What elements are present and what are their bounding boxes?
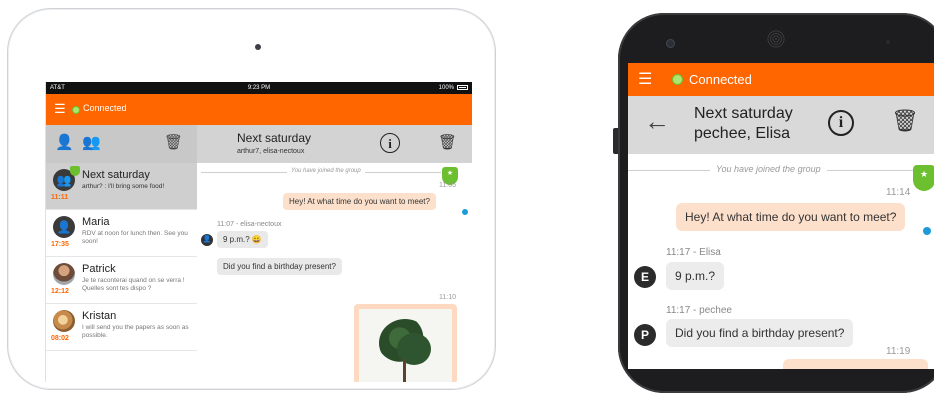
connection-status-label: Connected: [689, 72, 752, 87]
delete-chat-trash-icon[interactable]: 🗑: [438, 133, 457, 151]
message-sender-meta: 11:17 - Elisa: [666, 247, 721, 258]
message-time: 11:05: [439, 182, 456, 189]
conversation-time: 12:12: [51, 288, 69, 295]
back-arrow-icon[interactable]: ←: [644, 106, 670, 137]
chat-title: Next saturday pechee, Elisa: [694, 104, 793, 144]
joined-notice: You have joined the group: [710, 164, 827, 174]
conversation-time: 08:02: [51, 335, 69, 342]
incoming-message-bubble[interactable]: Did you find a birthday present?: [217, 258, 342, 275]
tablet-screen: AT&T 9:23 PM 100% ☰ Connected 👤 👥 🗑 Next…: [45, 82, 472, 382]
chat-pane: You have joined the group ★ 11:05 Hey! A…: [197, 163, 472, 382]
read-receipt-icon: [923, 227, 931, 235]
info-icon[interactable]: i: [828, 110, 854, 136]
conversation-item-maria[interactable]: 👤 Maria RDV at noon for lunch then. See …: [46, 210, 197, 257]
ios-status-bar: AT&T 9:23 PM 100%: [46, 82, 472, 94]
delete-conversations-trash-icon[interactable]: 🗑: [164, 133, 183, 151]
connection-status-label: Connected: [83, 103, 127, 113]
sender-avatar-p: P: [634, 324, 656, 346]
conversation-name: Patrick: [82, 263, 116, 275]
message-time: 11:14: [886, 187, 911, 198]
conversation-snippet: arthur? : I'll bring some food!: [82, 183, 165, 190]
sender-avatar-e: E: [634, 266, 656, 288]
chat-header: Next saturday arthur7, elisa-nectoux i 🗑: [197, 125, 472, 163]
chat-title-line1: Next saturday: [694, 105, 793, 122]
contacts-icon[interactable]: 👤: [55, 133, 74, 151]
front-camera: [255, 44, 261, 50]
incoming-message-bubble[interactable]: 9 p.m.? 😀: [217, 231, 268, 248]
phone-device: ☰ Connected ← Next saturday pechee, Elis…: [618, 13, 934, 393]
incoming-message-bubble[interactable]: Did you find a birthday present?: [666, 319, 854, 347]
outgoing-message-bubble[interactable]: Hey! At what time do you want to meet?: [283, 193, 436, 210]
hamburger-menu-icon[interactable]: ☰: [638, 69, 652, 89]
message-time: 11:10: [439, 294, 456, 301]
outgoing-message-bubble-partial[interactable]: [783, 359, 928, 369]
hamburger-menu-icon[interactable]: ☰: [54, 101, 66, 117]
conversation-name: Maria: [82, 216, 110, 228]
read-receipt-icon: [462, 209, 468, 215]
front-camera: [666, 39, 675, 48]
connection-status-dot-icon: [672, 74, 683, 85]
secure-shield-badge-icon: [70, 166, 80, 176]
patrick-avatar: [53, 263, 75, 285]
info-icon[interactable]: i: [380, 133, 400, 153]
incoming-message-bubble[interactable]: 9 p.m.?: [666, 262, 725, 290]
message-sender-meta: 11:07 - elisa-nectoux: [217, 221, 282, 228]
conversation-name: Next saturday: [82, 169, 150, 181]
person-avatar-icon: 👤: [53, 216, 75, 238]
app-topbar: ☰ Connected: [628, 63, 934, 96]
conversation-time: 11:11: [51, 194, 69, 201]
conversation-snippet: Je te raconterai quand on se verra ! Que…: [82, 277, 185, 292]
conversation-name: Kristan: [82, 310, 117, 322]
conversation-list: 👥 Next saturday arthur? : I'll bring som…: [46, 163, 198, 382]
chat-title-line2: pechee, Elisa: [694, 125, 791, 142]
conversation-snippet: RDV at noon for lunch then. See you soon…: [82, 230, 188, 245]
proximity-sensor: [886, 40, 890, 44]
outgoing-photo-message[interactable]: [354, 304, 457, 382]
connection-status-dot-icon: [72, 106, 80, 114]
battery-icon: [457, 85, 468, 90]
conversation-item-next-saturday[interactable]: 👥 Next saturday arthur? : I'll bring som…: [46, 163, 197, 210]
conversation-time: 17:35: [51, 241, 69, 248]
conversation-item-kristan[interactable]: Kristan I will send you the papers as so…: [46, 304, 197, 351]
group-contacts-icon[interactable]: 👥: [82, 133, 101, 151]
conversation-snippet: I will send you the papers as soon as po…: [82, 324, 189, 339]
outgoing-message-bubble[interactable]: Hey! At what time do you want to meet?: [676, 203, 906, 231]
secure-shield-icon: ★: [913, 165, 934, 191]
battery-label: 100%: [438, 85, 454, 91]
delete-chat-trash-icon[interactable]: 🗑: [891, 108, 919, 134]
phone-screen: ☰ Connected ← Next saturday pechee, Elis…: [628, 63, 934, 369]
conversation-list-toolbar: 👤 👥 🗑: [46, 125, 197, 163]
chat-members: arthur7, elisa-nectoux: [237, 148, 305, 155]
tablet-device: AT&T 9:23 PM 100% ☰ Connected 👤 👥 🗑 Next…: [7, 8, 496, 390]
chat-title: Next saturday: [237, 131, 312, 145]
conversation-item-patrick[interactable]: Patrick Je te raconterai quand on se ver…: [46, 257, 197, 304]
app-topbar: ☰ Connected: [46, 94, 472, 125]
sender-avatar-icon: 👤: [201, 234, 213, 246]
photo-thumbnail: [359, 309, 452, 382]
joined-notice: You have joined the group: [287, 168, 365, 174]
kristan-avatar: [53, 310, 75, 332]
clock-label: 9:23 PM: [247, 85, 271, 91]
message-time: 11:19: [886, 346, 911, 357]
message-sender-meta: 11:17 - pechee: [666, 305, 732, 316]
earpiece-speaker: [766, 29, 786, 49]
chat-header: ← Next saturday pechee, Elisa i 🗑: [628, 96, 934, 154]
plant-stem: [403, 359, 406, 382]
